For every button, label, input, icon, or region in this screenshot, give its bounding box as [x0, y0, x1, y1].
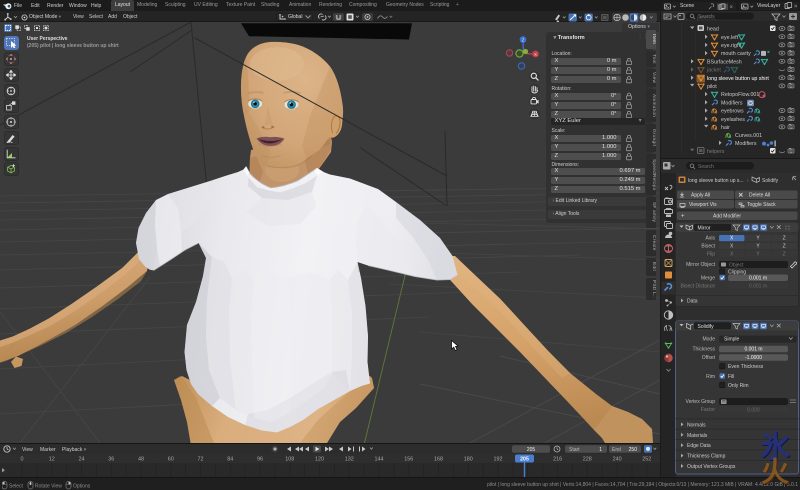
svg-text:-1.0000: -1.0000: [745, 355, 762, 361]
svg-text:72: 72: [198, 456, 204, 462]
svg-text:head: head: [707, 27, 719, 33]
svg-text:Even Thickness: Even Thickness: [728, 364, 764, 370]
svg-text:60: 60: [168, 456, 174, 462]
svg-text:180: 180: [464, 456, 473, 462]
svg-text:pilot.001: pilot.001: [697, 16, 716, 22]
svg-text:216: 216: [553, 456, 562, 462]
svg-text:Playback ▾: Playback ▾: [62, 447, 87, 453]
svg-text:eyelashes: eyelashes: [721, 117, 745, 123]
svg-text:0.001 m: 0.001 m: [749, 275, 767, 281]
svg-text:Add Modifier: Add Modifier: [713, 213, 741, 219]
svg-text:192: 192: [494, 456, 503, 462]
svg-text:Options: Options: [73, 483, 91, 489]
svg-text:RetopoFlow.001: RetopoFlow.001: [721, 92, 759, 98]
svg-text:Z: Z: [522, 38, 525, 43]
svg-text:Apply All: Apply All: [691, 193, 710, 199]
svg-text:Z: Z: [783, 236, 786, 242]
svg-text:long sleeve button up shirt: long sleeve button up shirt: [707, 76, 769, 82]
svg-text:Z: Z: [783, 252, 786, 258]
svg-text:Factor: Factor: [701, 407, 716, 413]
svg-text:Simple: Simple: [724, 337, 740, 343]
svg-text:Modifiers: Modifiers: [721, 100, 743, 106]
svg-text:0.000: 0.000: [747, 407, 760, 413]
svg-text:Data: Data: [687, 299, 698, 305]
svg-text:Materials: Materials: [687, 433, 708, 439]
svg-text:Output Vertex Groups: Output Vertex Groups: [687, 464, 736, 470]
svg-text:Delete All: Delete All: [749, 193, 770, 199]
svg-text:jacket: jacket: [706, 68, 721, 74]
svg-text:Z: Z: [783, 244, 786, 250]
svg-text:0.001 m: 0.001 m: [749, 283, 767, 289]
svg-text:120: 120: [315, 456, 324, 462]
svg-text:Object: Object: [729, 262, 744, 268]
svg-text:Mode: Mode: [702, 337, 715, 343]
svg-text:108: 108: [285, 456, 294, 462]
svg-text:Thickness Clamp: Thickness Clamp: [687, 454, 726, 460]
svg-text:Mirror Object: Mirror Object: [686, 262, 716, 268]
svg-text:Start: Start: [569, 447, 580, 453]
svg-text:long sleeve button up s...: long sleeve button up s...: [688, 178, 744, 184]
svg-text:Offset: Offset: [702, 355, 716, 361]
svg-text:240: 240: [613, 456, 622, 462]
svg-text:205: 205: [520, 457, 529, 463]
svg-text:228: 228: [583, 456, 592, 462]
svg-text:96: 96: [257, 456, 263, 462]
svg-text:helpers: helpers: [707, 149, 725, 155]
svg-text:48: 48: [138, 456, 144, 462]
svg-text:Bisect Distance: Bisect Distance: [681, 283, 716, 289]
svg-text:eye.left: eye.left: [721, 35, 739, 41]
svg-text:0: 0: [21, 456, 24, 462]
svg-text:Flip: Flip: [707, 251, 715, 257]
svg-text:250: 250: [629, 447, 638, 453]
svg-text:0.001 m: 0.001 m: [744, 347, 762, 353]
svg-text:Modifiers: Modifiers: [735, 141, 757, 147]
svg-text:84: 84: [227, 456, 233, 462]
svg-text:Viewport Vis: Viewport Vis: [689, 202, 717, 208]
svg-text:Mirror: Mirror: [698, 226, 711, 232]
svg-text:Toggle Stack: Toggle Stack: [747, 202, 776, 208]
svg-text:132: 132: [345, 456, 354, 462]
svg-text:Bisect: Bisect: [701, 243, 715, 249]
svg-text:36: 36: [108, 456, 114, 462]
svg-text:Rim: Rim: [706, 374, 715, 380]
svg-text:Select: Select: [9, 483, 24, 489]
svg-text:Solidify: Solidify: [698, 324, 715, 330]
svg-text:Edge Data: Edge Data: [687, 443, 711, 449]
svg-text:pilot: pilot: [707, 84, 717, 90]
svg-text:Solidify: Solidify: [762, 178, 779, 184]
svg-text:Fill: Fill: [728, 374, 734, 380]
svg-text:144: 144: [375, 456, 384, 462]
svg-text:+: +: [681, 214, 685, 220]
svg-text:hair: hair: [721, 125, 730, 131]
svg-text:End: End: [612, 447, 621, 453]
svg-text:12: 12: [49, 456, 55, 462]
svg-text:1: 1: [599, 447, 602, 453]
svg-text:168: 168: [434, 456, 443, 462]
svg-text:Only Rim: Only Rim: [728, 383, 749, 389]
svg-text:24: 24: [79, 456, 85, 462]
svg-text:mouth cavity: mouth cavity: [721, 51, 751, 57]
svg-text:Marker: Marker: [40, 447, 56, 453]
svg-text:Search: Search: [698, 164, 714, 170]
svg-text:Curves.001: Curves.001: [735, 133, 762, 139]
svg-text:Rotate View: Rotate View: [35, 483, 62, 489]
svg-text:Thickness: Thickness: [692, 347, 715, 353]
svg-text:eyebrows: eyebrows: [721, 109, 744, 115]
svg-text:Axis: Axis: [706, 236, 716, 242]
svg-text:Vertex Group: Vertex Group: [686, 399, 716, 405]
svg-text:156: 156: [404, 456, 413, 462]
svg-text:X: X: [534, 52, 537, 57]
svg-text:252: 252: [642, 456, 651, 462]
svg-text:205: 205: [527, 447, 536, 453]
svg-text:Normals: Normals: [687, 422, 706, 428]
svg-text:BSurfaceMesh: BSurfaceMesh: [707, 59, 742, 65]
svg-text:Merge: Merge: [701, 276, 715, 282]
svg-text:View: View: [22, 447, 33, 453]
